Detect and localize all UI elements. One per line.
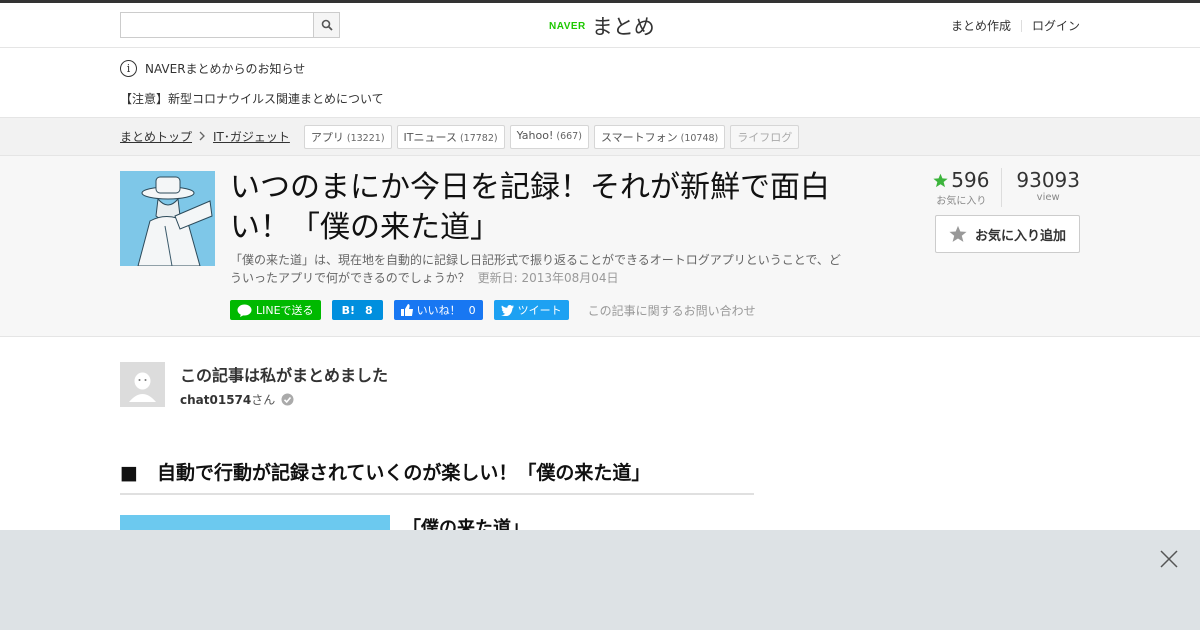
views-label: view [1036,192,1060,203]
tag-item[interactable]: ITニュース (17782) [396,124,505,149]
search-button[interactable] [313,13,339,37]
header-links: まとめ作成 ログイン [951,17,1080,34]
header: NAVER まとめ まとめ作成 ログイン [0,3,1200,48]
tag-item[interactable]: ライフログ [730,124,800,149]
site-logo[interactable]: NAVER まとめ [549,11,655,41]
twitter-bird-icon [500,304,514,316]
share-buttons: LINEで送る B! 8 いいね！ 0 ツイート この記事に関するお問い合わせ [230,300,756,320]
hatena-icon: B! [341,303,355,317]
search-input[interactable] [121,13,313,37]
tag-item[interactable]: Yahoo! (667) [509,124,589,149]
tag-item[interactable]: スマートフォン (10748) [593,124,726,149]
create-matome-link[interactable]: まとめ作成 [951,17,1011,34]
search-icon [321,19,333,31]
notice-area: i NAVERまとめからのお知らせ 【注意】新型コロナウイルス関連まとめについて [0,48,1200,118]
section-heading: ■ 自動で行動が記録されていくのが楽しい！「僕の来た道」 [120,458,754,495]
article-description: 「僕の来た道」は、現在地を自動的に記録し日記形式で振り返ることができるオートログ… [230,251,850,287]
close-icon[interactable] [1158,548,1180,570]
article-header: いつのまにか今日を記録！それが新鮮で面白い！「僕の来た道」 「僕の来た道」は、現… [0,156,1200,337]
hatena-count: 8 [364,303,373,317]
views-stat: 93093 view [1001,168,1080,207]
article-thumbnail [120,171,215,266]
line-share-button[interactable]: LINEで送る [230,300,321,320]
breadcrumb-top[interactable]: まとめトップ [120,128,192,145]
star-icon [933,173,948,187]
hatena-bookmark-button[interactable]: B! 8 [331,300,383,320]
notice-link[interactable]: 【注意】新型コロナウイルス関連まとめについて [120,90,1080,107]
breadcrumb: まとめトップ IT･ガジェット アプリ (13221) ITニュース (17782)… [0,118,1200,156]
notice-heading: NAVERまとめからのお知らせ [145,61,306,76]
ad-banner [0,530,1200,630]
tag-list: アプリ (13221) ITニュース (17782) Yahoo! (667) スマー… [303,124,800,149]
add-favorite-button[interactable]: お気に入り追加 [935,215,1080,253]
author-heading: この記事は私がまとめました [180,366,389,385]
facebook-like-button[interactable]: いいね！ 0 [393,300,483,320]
chevron-right-icon [199,130,206,144]
logo-service: まとめ [591,15,655,39]
favorites-stat: 596 お気に入り [931,168,1001,207]
author-username[interactable]: chat01574 [180,393,251,407]
tag-item[interactable]: アプリ (13221) [303,124,392,149]
facebook-count: 0 [468,303,476,317]
divider [1020,19,1022,32]
breadcrumb-category[interactable]: IT･ガジェット [213,128,290,145]
tweet-button[interactable]: ツイート [493,300,569,320]
author-name: chat01574さん [180,391,294,408]
verified-check-icon [281,393,294,406]
login-link[interactable]: ログイン [1032,17,1080,34]
notice-heading-row: i NAVERまとめからのお知らせ [120,58,1080,78]
favorites-label: お気に入り [936,196,987,207]
contact-link[interactable]: この記事に関するお問い合わせ [588,302,756,319]
article-title: いつのまにか今日を記録！それが新鮮で面白い！「僕の来た道」 [230,170,830,245]
author-section: この記事は私がまとめました chat01574さん [0,337,1200,427]
favorites-count: 596 [951,168,990,192]
article-stats: 596 お気に入り 93093 view [931,168,1080,207]
avatar[interactable] [120,362,165,407]
thumbs-up-icon [400,304,413,316]
logo-brand: NAVER [549,20,586,32]
info-icon: i [120,59,137,77]
updated-date: 更新日: 2013年08月04日 [477,271,619,285]
star-outline-icon [949,225,967,242]
views-count: 93093 [1016,168,1080,192]
search-box [120,12,340,38]
line-icon [237,304,252,317]
